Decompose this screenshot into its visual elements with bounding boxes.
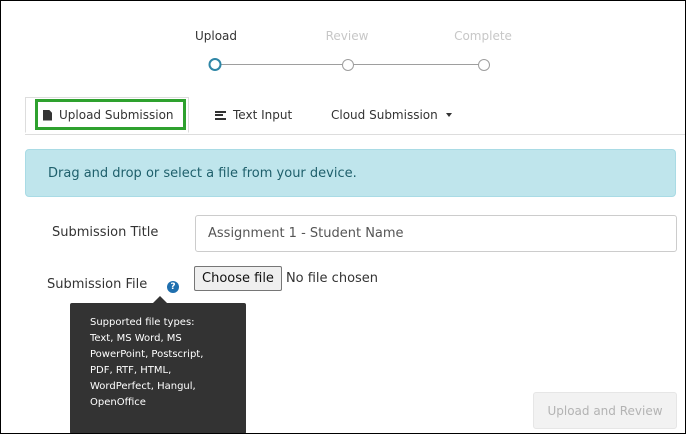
tooltip-line: Supported file types: (90, 317, 195, 328)
tooltip-arrow (153, 296, 167, 303)
file-picker: Choose file No file chosen (194, 266, 378, 291)
tooltip-line: WordPerfect, Hangul, (90, 381, 196, 392)
submission-title-label: Submission Title (52, 225, 159, 240)
tab-cloud-submission[interactable]: Cloud Submission (331, 97, 452, 133)
tooltip-line: Text, MS Word, MS (90, 333, 182, 344)
step-connector (221, 64, 342, 65)
tooltip-line: PDF, RTF, HTML, (90, 365, 172, 376)
tab-upload-submission[interactable]: Upload Submission (25, 97, 189, 133)
choose-file-button[interactable]: Choose file (194, 266, 282, 291)
progress-stepper: Upload Review Complete (1, 1, 685, 91)
submission-tabs: Upload Submission Text Input Cloud Submi… (25, 97, 685, 135)
tab-upload-label: Upload Submission (59, 108, 174, 122)
step-complete-label: Complete (454, 29, 512, 43)
caret-down-icon (445, 113, 452, 117)
tab-text-input[interactable]: Text Input (215, 97, 292, 133)
tab-text-label: Text Input (233, 108, 293, 122)
step-review-label: Review (325, 29, 369, 43)
alert-message: Drag and drop or select a file from your… (48, 165, 357, 181)
step-complete-dot (478, 59, 490, 71)
upload-and-review-button[interactable]: Upload and Review (533, 392, 677, 429)
help-icon[interactable]: ? (167, 281, 179, 293)
tooltip-line: PowerPoint, Postscript, (90, 349, 204, 360)
step-connector (353, 64, 478, 65)
drop-zone-alert[interactable]: Drag and drop or select a file from your… (25, 149, 676, 197)
submission-title-input[interactable] (195, 215, 677, 252)
step-upload-label: Upload (194, 29, 238, 43)
file-icon (43, 109, 52, 121)
file-status-text: No file chosen (285, 271, 379, 286)
tab-cloud-label: Cloud Submission (331, 108, 438, 122)
step-upload-dot (208, 58, 222, 71)
submission-panel: Upload Review Complete Upload Submission… (0, 0, 686, 434)
submission-file-label: Submission File (47, 277, 148, 292)
file-types-tooltip: Supported file types: Text, MS Word, MS … (70, 303, 246, 433)
step-review-dot (342, 59, 354, 71)
tooltip-line: OpenOffice (90, 397, 146, 408)
lines-icon (215, 110, 226, 120)
